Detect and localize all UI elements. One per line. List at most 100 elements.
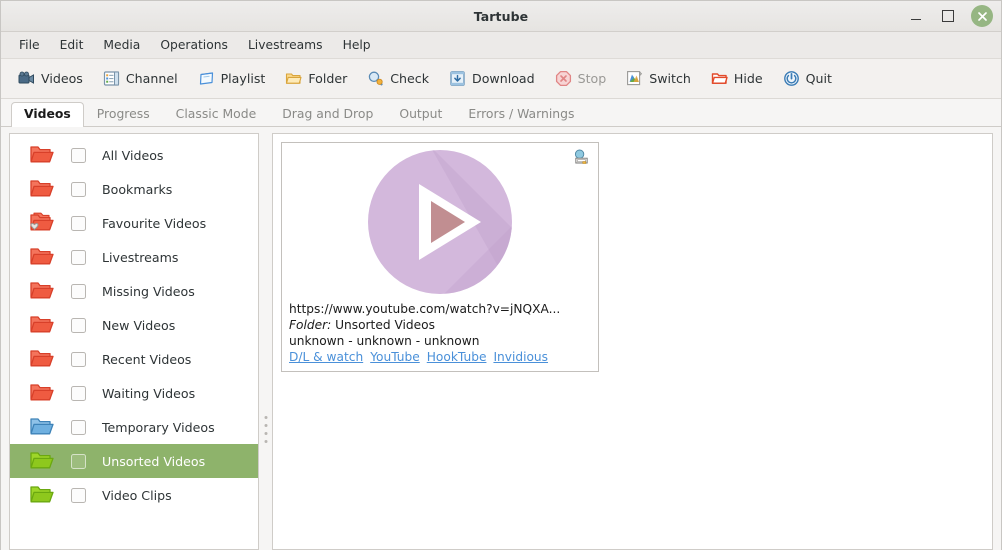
- videos-camera-icon: [18, 71, 34, 84]
- sidebar-item-label: Missing Videos: [102, 283, 195, 299]
- sidebar-item-label: Unsorted Videos: [102, 453, 206, 469]
- close-icon: [977, 11, 987, 21]
- folder-checkbox[interactable]: [71, 453, 86, 469]
- tab-videos[interactable]: Videos: [11, 101, 84, 127]
- video-thumbnail[interactable]: [282, 143, 598, 301]
- tab-drag-and-drop[interactable]: Drag and Drop: [269, 102, 386, 126]
- sidebar-item-temporary-videos[interactable]: Temporary Videos: [10, 410, 258, 444]
- sidebar-item-label: Livestreams: [102, 249, 179, 265]
- toolbar-button-stop[interactable]: Stop: [546, 66, 616, 91]
- link-youtube[interactable]: YouTube: [370, 349, 420, 366]
- video-folder-value: Unsorted Videos: [335, 318, 435, 332]
- toolbar-button-download[interactable]: Download: [440, 66, 544, 91]
- sidebar-item-recent-videos[interactable]: Recent Videos: [10, 342, 258, 376]
- toolbar-label-channel: Channel: [125, 71, 178, 86]
- toolbar-button-quit[interactable]: Quit: [774, 66, 841, 91]
- folder-checkbox[interactable]: [71, 385, 86, 401]
- video-card[interactable]: https://www.youtube.com/watch?v=jNQXA...…: [281, 142, 599, 372]
- video-catalogue-panel: https://www.youtube.com/watch?v=jNQXA...…: [272, 133, 993, 550]
- folder-red-icon: [30, 316, 54, 333]
- toolbar-button-hide[interactable]: Hide: [702, 66, 772, 91]
- close-button[interactable]: [971, 5, 993, 27]
- folder-icon: [286, 73, 302, 84]
- folder-red-icon: [30, 282, 54, 299]
- sidebar-item-label: Waiting Videos: [102, 385, 196, 401]
- sidebar-item-video-clips[interactable]: Video Clips: [10, 478, 258, 512]
- tab-progress[interactable]: Progress: [84, 102, 163, 126]
- maximize-button[interactable]: [939, 7, 957, 25]
- link-dl-and-watch[interactable]: D/L & watch: [289, 349, 363, 366]
- sidebar-item-unsorted-videos[interactable]: Unsorted Videos: [10, 444, 258, 478]
- toolbar-button-switch[interactable]: Switch: [617, 66, 700, 91]
- toolbar-label-folder: Folder: [308, 71, 348, 86]
- sidebar-item-livestreams[interactable]: Livestreams: [10, 240, 258, 274]
- sidebar-item-label: All Videos: [102, 147, 164, 163]
- minimize-button[interactable]: [907, 7, 925, 25]
- quit-power-icon: [783, 71, 799, 86]
- folder-checkbox[interactable]: [71, 181, 86, 197]
- folder-tree-panel: All Videos Bookmarks Favourite Videos Lives…: [9, 133, 259, 550]
- folder-checkbox[interactable]: [71, 249, 86, 265]
- sidebar-item-label: Favourite Videos: [102, 215, 207, 231]
- toolbar-label-switch: Switch: [649, 71, 691, 86]
- splitter-handle-dots: [264, 416, 267, 443]
- folder-checkbox[interactable]: [71, 215, 86, 231]
- sidebar-item-label: Bookmarks: [102, 181, 173, 197]
- hide-folder-icon: [711, 73, 728, 84]
- download-icon: [450, 71, 465, 86]
- folder-red-icon: [30, 350, 54, 367]
- menu-item-media[interactable]: Media: [93, 35, 150, 55]
- menu-bar: File Edit Media Operations Livestreams H…: [1, 32, 1001, 59]
- folder-red-icon: [30, 180, 54, 197]
- sidebar-item-missing-videos[interactable]: Missing Videos: [10, 274, 258, 308]
- video-folder-line: Folder: Unsorted Videos: [289, 317, 591, 333]
- menu-item-edit[interactable]: Edit: [50, 35, 94, 55]
- folder-checkbox[interactable]: [71, 147, 86, 163]
- folder-checkbox[interactable]: [71, 487, 86, 503]
- sidebar-item-new-videos[interactable]: New Videos: [10, 308, 258, 342]
- toolbar-button-folder[interactable]: Folder: [276, 66, 356, 91]
- link-hooktube[interactable]: HookTube: [427, 349, 487, 366]
- video-links: D/L & watch YouTube HookTube Invidious: [289, 349, 591, 366]
- play-button-icon: [368, 150, 512, 294]
- image-thumbnail-icon: [574, 149, 588, 164]
- tab-errors-warnings[interactable]: Errors / Warnings: [455, 102, 587, 126]
- folder-checkbox[interactable]: [71, 317, 86, 333]
- switch-icon: [627, 71, 643, 86]
- window-controls: [907, 1, 995, 31]
- sidebar-item-label: Video Clips: [102, 487, 172, 503]
- toolbar-button-videos[interactable]: Videos: [9, 66, 92, 91]
- folder-checkbox[interactable]: [71, 283, 86, 299]
- sidebar-item-bookmarks[interactable]: Bookmarks: [10, 172, 258, 206]
- folder-green-icon: [30, 452, 54, 469]
- video-url: https://www.youtube.com/watch?v=jNQXA...: [289, 302, 561, 316]
- folder-checkbox[interactable]: [71, 419, 86, 435]
- toolbar-button-channel[interactable]: Channel: [94, 66, 187, 91]
- sidebar-item-label: Recent Videos: [102, 351, 192, 367]
- tartube-main-window: Tartube File Edit Media Operations Lives…: [0, 0, 1002, 550]
- folder-red-icon: [30, 384, 54, 401]
- tab-output[interactable]: Output: [386, 102, 455, 126]
- menu-item-livestreams[interactable]: Livestreams: [238, 35, 333, 55]
- toolbar-label-download: Download: [472, 71, 535, 86]
- toolbar-button-check[interactable]: Check: [358, 66, 438, 91]
- stop-icon: [555, 70, 571, 87]
- menu-item-operations[interactable]: Operations: [150, 35, 238, 55]
- sidebar-item-label: New Videos: [102, 317, 176, 333]
- folder-blue-icon: [30, 418, 54, 435]
- toolbar-label-stop: Stop: [577, 71, 607, 86]
- folder-red-icon: [30, 146, 54, 163]
- pane-splitter[interactable]: [259, 133, 272, 550]
- tab-classic-mode[interactable]: Classic Mode: [163, 102, 270, 126]
- link-invidious[interactable]: Invidious: [493, 349, 548, 366]
- toolbar-button-playlist[interactable]: Playlist: [189, 66, 275, 91]
- menu-item-help[interactable]: Help: [333, 35, 381, 55]
- sidebar-item-favourite-videos[interactable]: Favourite Videos: [10, 206, 258, 240]
- folder-checkbox[interactable]: [71, 351, 86, 367]
- playlist-icon: [199, 72, 213, 85]
- sidebar-item-all-videos[interactable]: All Videos: [10, 138, 258, 172]
- folder-red-heart-icon: [30, 212, 54, 231]
- sidebar-item-waiting-videos[interactable]: Waiting Videos: [10, 376, 258, 410]
- menu-item-file[interactable]: File: [9, 35, 50, 55]
- toolbar: Videos Channel Playlist Folder Check Dow…: [1, 59, 1001, 99]
